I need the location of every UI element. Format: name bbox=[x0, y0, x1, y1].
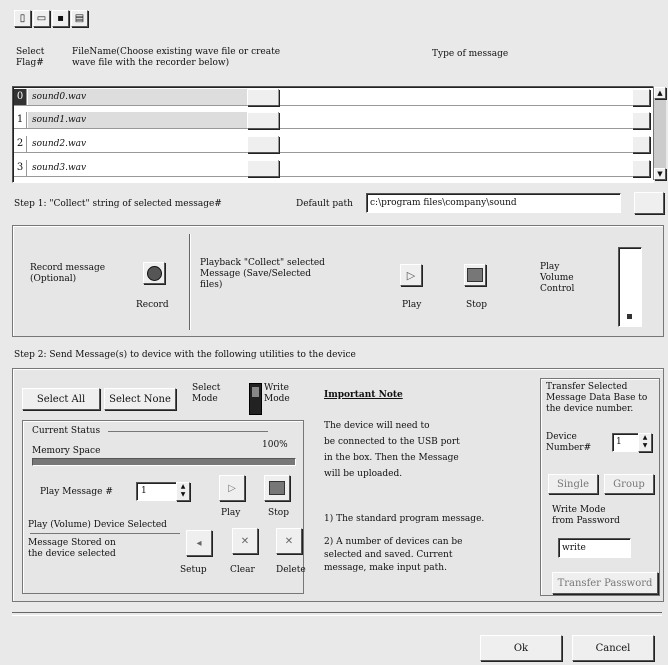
ok-button[interactable]: Ok bbox=[480, 635, 562, 661]
progress-percent: 100% bbox=[262, 440, 288, 450]
table-row[interactable]: 0 sound0.wav bbox=[14, 89, 650, 106]
open-folder-icon[interactable]: ▭ bbox=[33, 10, 50, 27]
dropdown-button[interactable] bbox=[632, 136, 650, 153]
default-path-field[interactable]: c:\program files\company\sound bbox=[366, 193, 621, 213]
single-button[interactable]: Single bbox=[548, 474, 598, 494]
stop-message-button-label: Stop bbox=[268, 508, 289, 518]
browse-button[interactable] bbox=[247, 160, 279, 177]
record-divider bbox=[189, 234, 190, 330]
mode-toggle[interactable] bbox=[249, 383, 262, 415]
row-flag: 2 bbox=[14, 136, 27, 152]
progress-fill bbox=[33, 459, 295, 465]
setup-icon[interactable]: ◂ bbox=[186, 530, 212, 556]
play-message-spinner[interactable]: ▲ ▼ bbox=[176, 482, 190, 501]
record-button-label: Record bbox=[136, 300, 169, 310]
stop-icon[interactable] bbox=[464, 264, 486, 286]
play-message-label: Play Message # bbox=[40, 487, 113, 497]
playback-label: Playback "Collect" selected Message (Sav… bbox=[200, 258, 325, 290]
setup-label: Setup bbox=[180, 565, 207, 575]
row-type[interactable] bbox=[278, 89, 639, 105]
stop-message-icon[interactable] bbox=[264, 475, 290, 501]
play-message-field[interactable]: 1 bbox=[136, 482, 180, 501]
row-flag: 3 bbox=[14, 160, 27, 176]
delete-label: Delete bbox=[276, 565, 306, 575]
delete-icon[interactable]: ✕ bbox=[276, 528, 302, 554]
play-device-rule bbox=[30, 533, 180, 534]
volume-slider[interactable] bbox=[618, 247, 642, 327]
table-row[interactable]: 1 sound1.wav bbox=[14, 112, 650, 129]
stop-button-label: Stop bbox=[466, 300, 487, 310]
transfer-title: Transfer Selected Message Data Base to t… bbox=[546, 382, 648, 414]
status-title: Current Status bbox=[32, 426, 101, 436]
browse-button[interactable] bbox=[247, 89, 279, 106]
info-title: Important Note bbox=[324, 390, 403, 400]
record-dot-shape bbox=[146, 265, 162, 281]
toolbar: ▯ ▭ ▪ ▤ bbox=[14, 10, 144, 30]
col-type: Type of message bbox=[432, 49, 509, 59]
play-message-button-label: Play bbox=[221, 508, 241, 518]
info-paragraph-3: 2) A number of devices can be selected a… bbox=[324, 537, 463, 573]
progress-bar bbox=[32, 458, 296, 466]
footer-separator bbox=[12, 612, 662, 616]
table-row[interactable]: 3 sound3.wav bbox=[14, 160, 650, 177]
browse-path-button[interactable] bbox=[634, 192, 664, 214]
status-rule bbox=[108, 431, 268, 432]
play-icon[interactable]: ▷ bbox=[400, 264, 422, 286]
save-disk-icon[interactable]: ▪ bbox=[52, 10, 69, 27]
write-mode-password-label: Write Mode from Password bbox=[552, 505, 620, 526]
group-button[interactable]: Group bbox=[604, 474, 654, 494]
mode-toggle-knob bbox=[252, 387, 259, 397]
info-paragraph-1: The device will need to be connected to … bbox=[324, 421, 460, 479]
row-type[interactable] bbox=[278, 160, 639, 176]
print-icon[interactable]: ▤ bbox=[71, 10, 88, 27]
record-message-label: Record message (Optional) bbox=[30, 263, 106, 284]
dropdown-button[interactable] bbox=[632, 112, 650, 129]
device-number-field[interactable]: 1 bbox=[612, 433, 639, 452]
write-mode-label: Write Mode bbox=[264, 383, 290, 404]
row-filename[interactable]: sound0.wav bbox=[28, 89, 250, 105]
browse-button[interactable] bbox=[247, 136, 279, 153]
dropdown-button[interactable] bbox=[632, 160, 650, 177]
clear-label: Clear bbox=[230, 565, 255, 575]
row-filename[interactable]: sound1.wav bbox=[28, 112, 250, 128]
dropdown-button[interactable] bbox=[632, 89, 650, 106]
volume-slider-thumb[interactable] bbox=[627, 314, 632, 319]
col-select-flag: Select Flag# bbox=[16, 47, 45, 68]
device-number-label: Device Number# bbox=[546, 432, 592, 453]
new-file-icon[interactable]: ▯ bbox=[14, 10, 31, 27]
play-button-label: Play bbox=[402, 300, 422, 310]
row-flag: 0 bbox=[14, 89, 27, 105]
password-field[interactable]: write bbox=[558, 538, 631, 558]
select-all-button[interactable]: Select All bbox=[22, 388, 100, 410]
cancel-button[interactable]: Cancel bbox=[572, 635, 654, 661]
select-none-button[interactable]: Select None bbox=[104, 388, 176, 410]
stop-shape bbox=[467, 268, 483, 282]
scroll-down-arrow-icon[interactable]: ▼ bbox=[654, 168, 666, 180]
default-path-label: Default path bbox=[296, 199, 353, 209]
row-filename[interactable]: sound2.wav bbox=[28, 136, 250, 152]
play-device-title: Play (Volume) Device Selected bbox=[28, 520, 167, 530]
device-number-spinner[interactable]: ▲ ▼ bbox=[638, 433, 652, 452]
volume-label: Play Volume Control bbox=[540, 262, 575, 294]
play-message-icon[interactable]: ▷ bbox=[219, 475, 245, 501]
row-type[interactable] bbox=[278, 112, 639, 128]
row-flag: 1 bbox=[14, 112, 27, 128]
grid-scrollbar[interactable]: ▲ ▼ bbox=[653, 87, 666, 180]
info-paragraph-2: 1) The standard program message. bbox=[324, 514, 485, 524]
record-dot-icon[interactable] bbox=[143, 262, 165, 284]
step2-label: Step 2: Send Message(s) to device with t… bbox=[14, 350, 356, 360]
row-type[interactable] bbox=[278, 136, 639, 152]
stop-message-shape bbox=[269, 481, 285, 495]
play-device-desc: Message Stored on the device selected bbox=[28, 538, 116, 559]
select-mode-label: Select Mode bbox=[192, 383, 221, 404]
progress-label: Memory Space bbox=[32, 446, 101, 456]
row-filename[interactable]: sound3.wav bbox=[28, 160, 250, 176]
scroll-up-arrow-icon[interactable]: ▲ bbox=[654, 87, 666, 99]
transfer-password-button[interactable]: Transfer Password bbox=[552, 572, 658, 594]
col-filename: FileName(Choose existing wave file or cr… bbox=[72, 47, 281, 68]
browse-button[interactable] bbox=[247, 112, 279, 129]
step1-label: Step 1: "Collect" string of selected mes… bbox=[14, 199, 222, 209]
clear-icon[interactable]: ✕ bbox=[232, 528, 258, 554]
table-row[interactable]: 2 sound2.wav bbox=[14, 136, 650, 153]
